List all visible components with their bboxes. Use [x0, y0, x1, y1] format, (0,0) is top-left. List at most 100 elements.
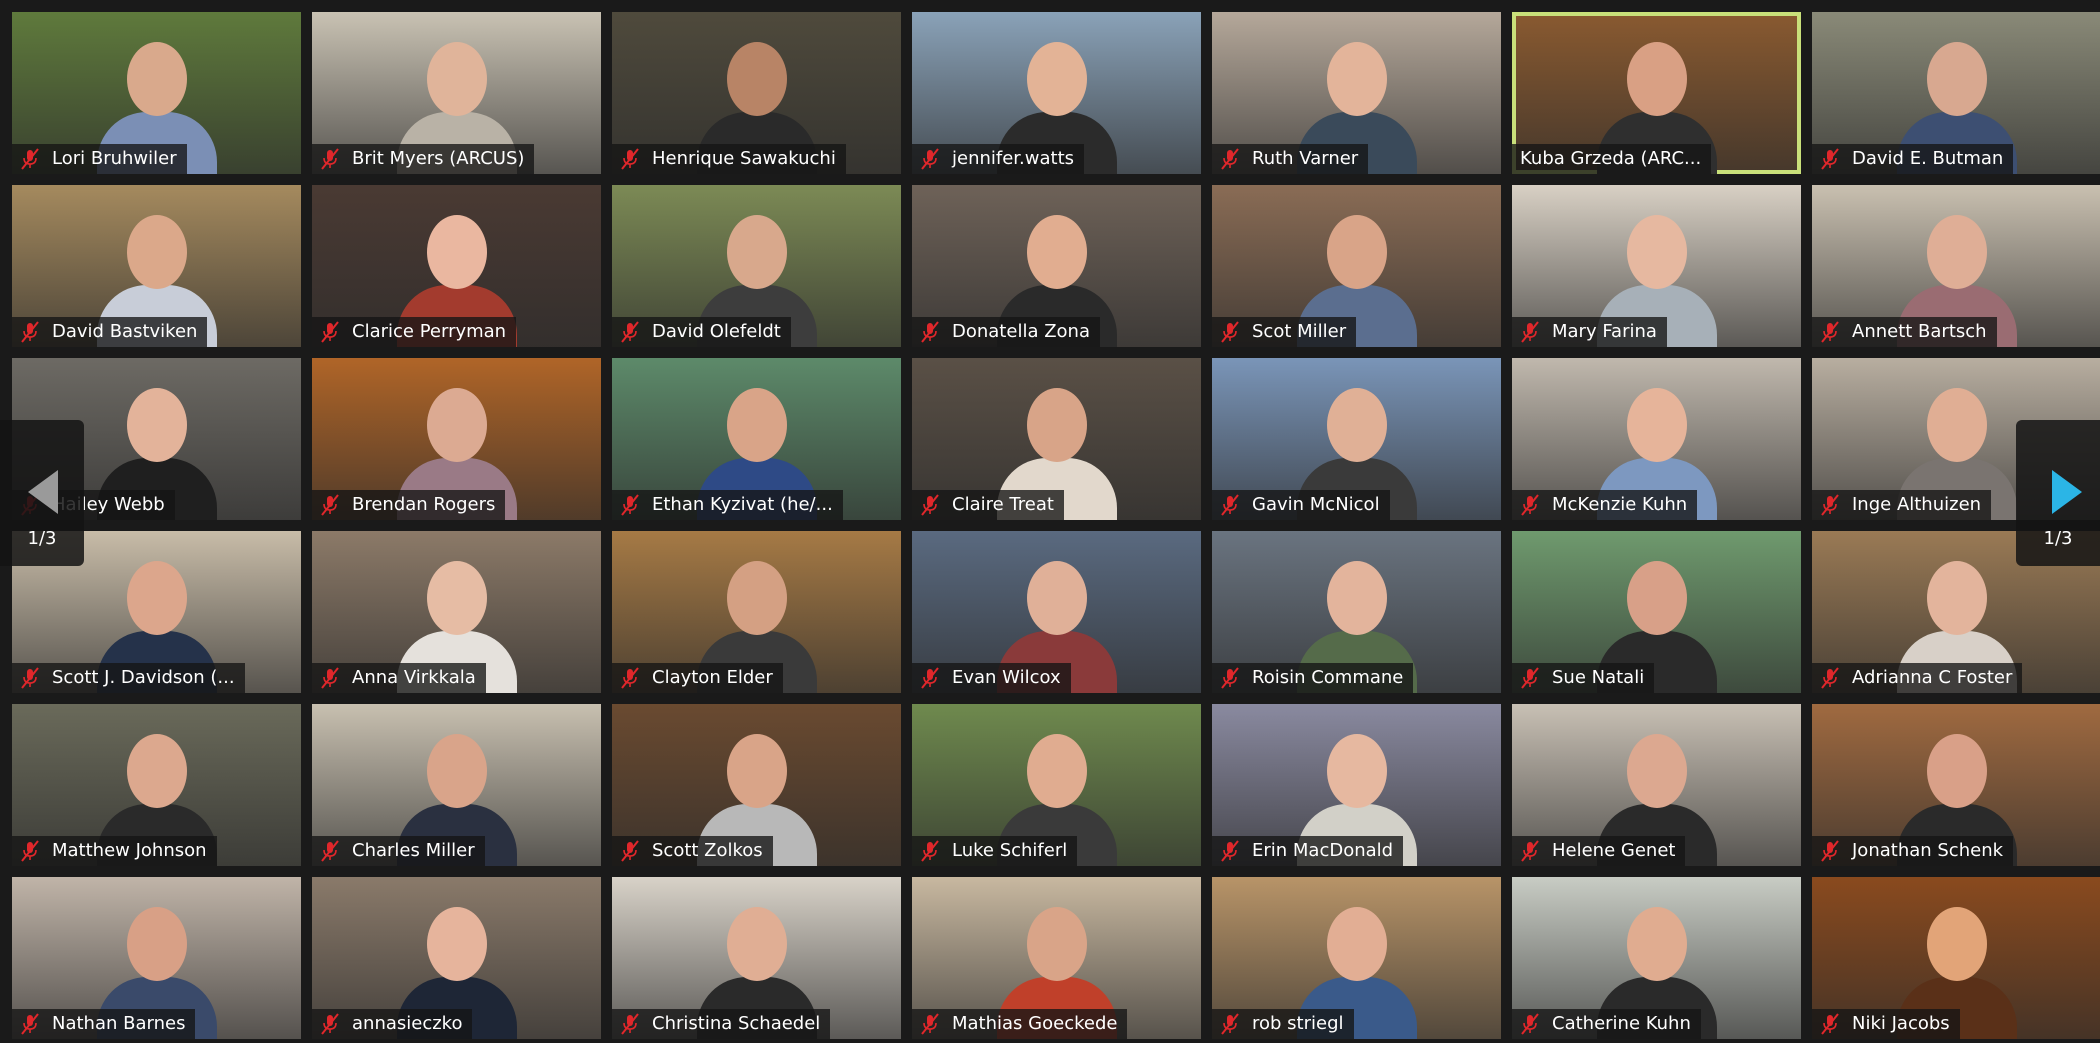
participant-name-label: Roisin Commane	[1212, 663, 1414, 693]
muted-mic-icon	[320, 494, 340, 516]
participant-tile[interactable]: Helene Genet	[1512, 704, 1801, 866]
participant-tile[interactable]: Erin MacDonald	[1212, 704, 1501, 866]
participant-tile[interactable]: Catherine Kuhn	[1512, 877, 1801, 1039]
participant-name: David E. Butman	[1852, 148, 2004, 169]
muted-mic-icon	[620, 1013, 640, 1035]
participant-name: Jonathan Schenk	[1852, 840, 2004, 861]
previous-page-button[interactable]: 1/3	[0, 420, 84, 566]
participant-tile[interactable]: jennifer.watts	[912, 12, 1201, 174]
participant-name: jennifer.watts	[952, 148, 1075, 169]
muted-mic-icon	[320, 148, 340, 170]
participant-tile[interactable]: Scot Miller	[1212, 185, 1501, 347]
participant-tile[interactable]: Niki Jacobs	[1812, 877, 2100, 1039]
participant-name-label: Annett Bartsch	[1812, 317, 1997, 347]
participant-name-label: Donatella Zona	[912, 317, 1100, 347]
participant-name-label: McKenzie Kuhn	[1512, 490, 1698, 520]
participant-name: Mathias Goeckede	[952, 1013, 1118, 1034]
participant-name-label: rob striegl	[1212, 1009, 1354, 1039]
muted-mic-icon	[1220, 667, 1240, 689]
participant-tile[interactable]: Roisin Commane	[1212, 531, 1501, 693]
participant-tile[interactable]: Lori Bruhwiler	[12, 12, 301, 174]
participant-name-label: Sue Natali	[1512, 663, 1655, 693]
participant-tile[interactable]: Christina Schaedel	[612, 877, 901, 1039]
participant-name-label: Nathan Barnes	[12, 1009, 196, 1039]
participant-tile[interactable]: Kuba Grzeda (ARC...	[1512, 12, 1801, 174]
participant-name-label: Clayton Elder	[612, 663, 783, 693]
participant-name-label: Jonathan Schenk	[1812, 836, 2014, 866]
participant-name-label: Lori Bruhwiler	[12, 144, 187, 174]
muted-mic-icon	[1220, 840, 1240, 862]
participant-name: Niki Jacobs	[1852, 1013, 1950, 1034]
muted-mic-icon	[1220, 321, 1240, 343]
participant-tile[interactable]: Anna Virkkala	[312, 531, 601, 693]
participant-name: Lori Bruhwiler	[52, 148, 177, 169]
participant-tile[interactable]: Nathan Barnes	[12, 877, 301, 1039]
next-page-button[interactable]: 1/3	[2016, 420, 2100, 566]
participant-name: Sue Natali	[1552, 667, 1645, 688]
participant-name-label: annasieczko	[312, 1009, 473, 1039]
participant-tile[interactable]: David Olefeldt	[612, 185, 901, 347]
muted-mic-icon	[320, 321, 340, 343]
participant-tile[interactable]: Jonathan Schenk	[1812, 704, 2100, 866]
muted-mic-icon	[1520, 840, 1540, 862]
participant-name: Ruth Varner	[1252, 148, 1359, 169]
participant-name: David Olefeldt	[652, 321, 781, 342]
participant-name: Scott J. Davidson (...	[52, 667, 235, 688]
muted-mic-icon	[1220, 494, 1240, 516]
participant-tile[interactable]: Claire Treat	[912, 358, 1201, 520]
participant-tile[interactable]: Charles Miller	[312, 704, 601, 866]
participant-name-label: Christina Schaedel	[612, 1009, 831, 1039]
participant-name-label: Kuba Grzeda (ARC...	[1512, 144, 1712, 174]
muted-mic-icon	[20, 667, 40, 689]
participant-tile[interactable]: Ethan Kyzivat (he/...	[612, 358, 901, 520]
participant-tile[interactable]: Scott Zolkos	[612, 704, 901, 866]
participant-tile[interactable]: Annett Bartsch	[1812, 185, 2100, 347]
participant-name: Inge Althuizen	[1852, 494, 1982, 515]
participant-name: Brit Myers (ARCUS)	[352, 148, 525, 169]
participant-tile[interactable]: Luke Schiferl	[912, 704, 1201, 866]
participant-tile[interactable]: Ruth Varner	[1212, 12, 1501, 174]
participant-name: annasieczko	[352, 1013, 463, 1034]
muted-mic-icon	[20, 840, 40, 862]
participant-tile[interactable]: Clarice Perryman	[312, 185, 601, 347]
participant-tile[interactable]: Matthew Johnson	[12, 704, 301, 866]
participant-tile[interactable]: Evan Wilcox	[912, 531, 1201, 693]
participant-tile[interactable]: McKenzie Kuhn	[1512, 358, 1801, 520]
participant-tile[interactable]: annasieczko	[312, 877, 601, 1039]
participant-tile[interactable]: rob striegl	[1212, 877, 1501, 1039]
muted-mic-icon	[1820, 1013, 1840, 1035]
participant-name-label: Adrianna C Foster	[1812, 663, 2023, 693]
participant-tile[interactable]: Donatella Zona	[912, 185, 1201, 347]
participant-name-label: Inge Althuizen	[1812, 490, 1992, 520]
muted-mic-icon	[320, 667, 340, 689]
participant-name-label: Mary Farina	[1512, 317, 1667, 347]
participant-name-label: David Bastviken	[12, 317, 208, 347]
muted-mic-icon	[920, 840, 940, 862]
participant-tile[interactable]: Mary Farina	[1512, 185, 1801, 347]
participant-name-label: Gavin McNicol	[1212, 490, 1390, 520]
participant-tile[interactable]: Brendan Rogers	[312, 358, 601, 520]
participant-name: Christina Schaedel	[652, 1013, 821, 1034]
participant-tile[interactable]: David Bastviken	[12, 185, 301, 347]
participant-tile[interactable]: Henrique Sawakuchi	[612, 12, 901, 174]
participant-tile[interactable]: David E. Butman	[1812, 12, 2100, 174]
muted-mic-icon	[20, 148, 40, 170]
muted-mic-icon	[1220, 148, 1240, 170]
participant-name: Matthew Johnson	[52, 840, 207, 861]
participant-name-label: Mathias Goeckede	[912, 1009, 1128, 1039]
participant-name-label: jennifer.watts	[912, 144, 1085, 174]
participant-tile[interactable]: Sue Natali	[1512, 531, 1801, 693]
participant-tile[interactable]: Brit Myers (ARCUS)	[312, 12, 601, 174]
participant-tile[interactable]: Clayton Elder	[612, 531, 901, 693]
muted-mic-icon	[1520, 321, 1540, 343]
participant-tile[interactable]: Gavin McNicol	[1212, 358, 1501, 520]
muted-mic-icon	[320, 840, 340, 862]
participant-name: McKenzie Kuhn	[1552, 494, 1688, 515]
participant-name-label: Scott Zolkos	[612, 836, 773, 866]
participant-tile[interactable]: Mathias Goeckede	[912, 877, 1201, 1039]
muted-mic-icon	[620, 840, 640, 862]
participant-name: Erin MacDonald	[1252, 840, 1394, 861]
participant-name-label: Erin MacDonald	[1212, 836, 1404, 866]
participant-name: Henrique Sawakuchi	[652, 148, 836, 169]
participant-name-label: David E. Butman	[1812, 144, 2014, 174]
